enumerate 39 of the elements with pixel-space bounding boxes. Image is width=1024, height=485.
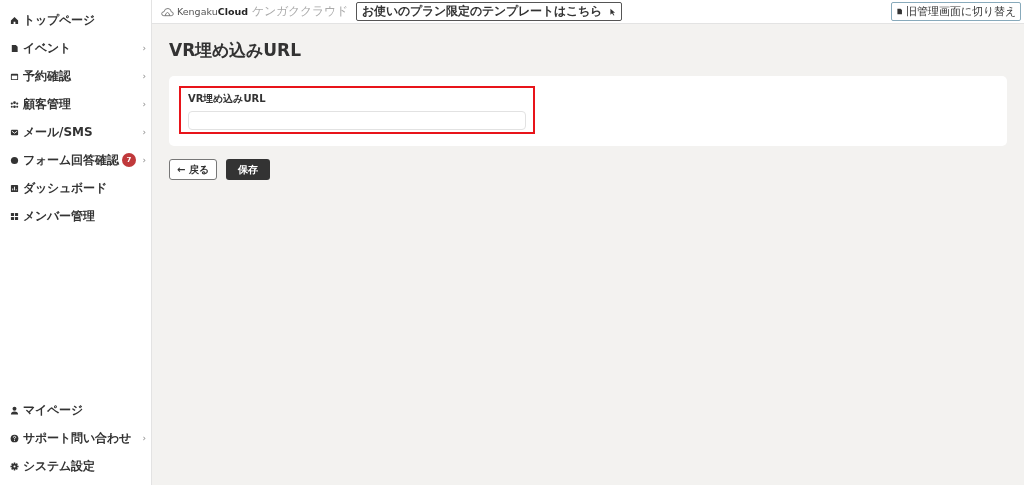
sidebar-item[interactable]: メンバー管理 [0,202,151,230]
sidebar-item[interactable]: メール/SMS › [0,118,151,146]
circle-icon [10,155,19,165]
template-link-button[interactable]: お使いのプラン限定のテンプレートはこちら [356,2,623,21]
document-icon [10,43,19,53]
url-input-field[interactable] [188,111,526,130]
help-icon [10,433,19,443]
chevron-icon: › [142,99,146,109]
mail-icon [10,127,19,137]
chevron-icon: › [142,127,146,137]
sidebar-item[interactable]: マイページ [0,396,151,424]
chevron-icon: › [142,43,146,53]
people-icon [10,99,19,109]
chevron-icon: › [142,71,146,81]
chart-icon [10,183,19,193]
sidebar-item[interactable]: サポート問い合わせ › [0,424,151,452]
cloud-logo-icon [161,6,174,17]
gear-icon [10,461,19,471]
sidebar-item[interactable]: イベント › [0,34,151,62]
sidebar-item[interactable]: 顧客管理 › [0,90,151,118]
brand-subtitle: ケンガククラウド [252,3,349,20]
field-label: VR埋め込みURL [188,92,267,106]
page-title: VR埋め込みURL [169,39,302,62]
cursor-icon [608,7,617,16]
sidebar-item[interactable]: トップページ [0,6,151,34]
chevron-icon: › [142,155,146,165]
document-icon [896,8,903,15]
back-button[interactable]: ← 戻る [169,159,217,180]
switch-admin-button[interactable]: 旧管理画面に切り替え [891,2,1021,21]
calendar-icon [10,71,19,81]
brand-name: KengakuCloud [177,6,249,17]
sidebar-item[interactable]: ダッシュボード [0,174,151,202]
grid-icon [10,211,19,221]
sidebar-item[interactable]: 予約確認 › [0,62,151,90]
person-icon [10,405,19,415]
home-icon [10,15,19,25]
save-button[interactable]: 保存 [226,159,270,180]
chevron-icon: › [142,433,146,443]
sidebar-item[interactable]: システム設定 [0,452,151,480]
